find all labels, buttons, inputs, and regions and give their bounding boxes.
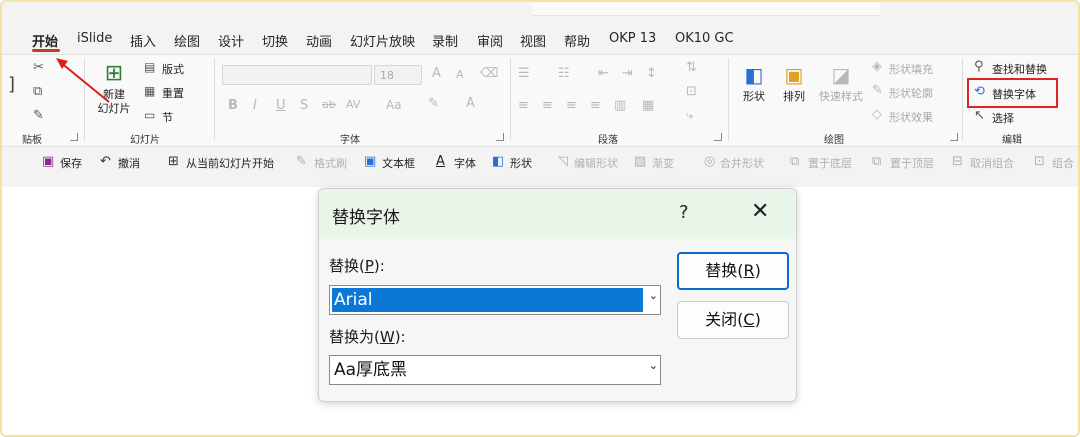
- replace-with-label: 替换为(W):: [329, 328, 406, 346]
- replace-with-value: Aa厚底黑: [334, 360, 408, 380]
- replace-button[interactable]: 替换(R): [677, 252, 789, 290]
- arrow-shaft: [59, 61, 110, 103]
- chevron-down-icon[interactable]: ⌄: [649, 359, 658, 372]
- help-button[interactable]: ?: [679, 202, 689, 223]
- replace-font-dialog: 替换字体 ? ✕ 替换(P): Arial ⌄ 替换为(W): Aa厚底黑 ⌄ …: [318, 188, 797, 402]
- replace-label: 替换(P):: [329, 257, 385, 275]
- close-button[interactable]: 关闭(C): [677, 301, 789, 339]
- replace-with-select[interactable]: Aa厚底黑 ⌄: [329, 355, 661, 385]
- replace-font-select[interactable]: Arial ⌄: [329, 285, 661, 315]
- screenshot-frame: 开始 iSlide 插入 绘图 设计 切换 动画 幻灯片放映 录制 审阅 视图 帮助 OKP 13 OK1…: [0, 0, 1080, 437]
- close-icon[interactable]: ✕: [751, 199, 769, 224]
- replace-font-value: Arial: [332, 288, 643, 312]
- dialog-title: 替换字体: [332, 208, 400, 228]
- chevron-down-icon[interactable]: ⌄: [649, 289, 658, 302]
